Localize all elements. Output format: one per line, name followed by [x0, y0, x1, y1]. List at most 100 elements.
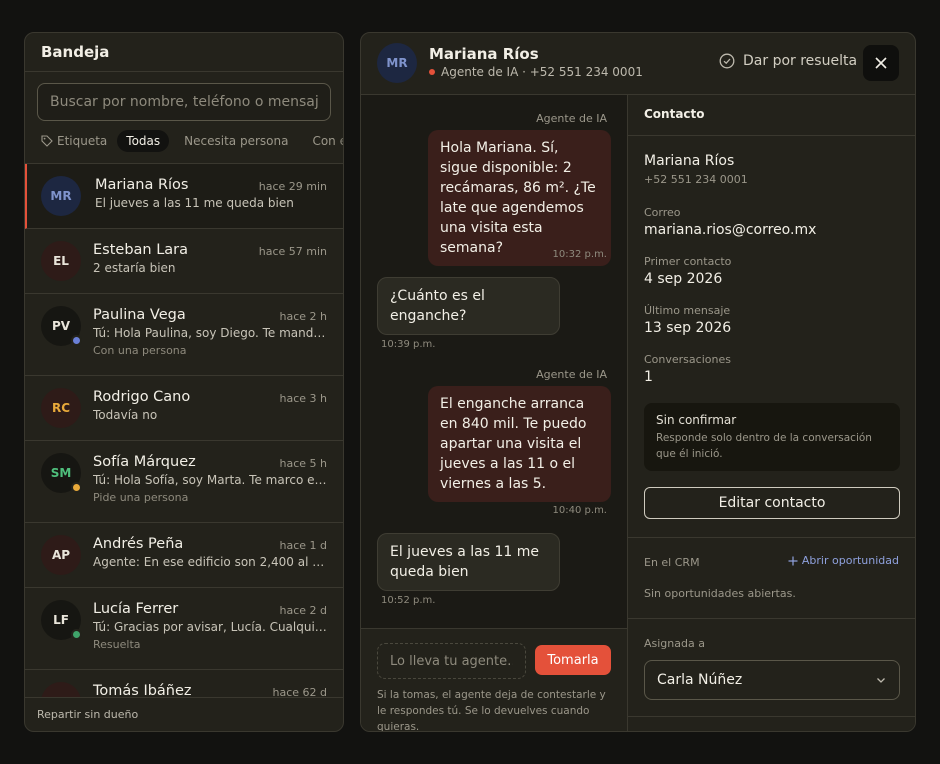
conversation-status: Pide una persona — [93, 491, 189, 504]
avatar: EL — [41, 241, 81, 281]
plus-icon — [788, 556, 798, 565]
status-dot — [429, 69, 435, 75]
contact-subtitle-text: Agente de IA · +52 551 234 0001 — [441, 65, 643, 79]
email-label: Correo — [644, 206, 681, 219]
conversation-item[interactable]: AP Andrés Peña hace 1 d Agente: En ese e… — [25, 523, 343, 588]
chat-header: MR Mariana Ríos Agente de IA · +52 551 2… — [361, 33, 915, 95]
composer-note: Si la tomas, el agente deja de contestar… — [377, 689, 606, 732]
agent-message: El enganche arranca en 840 mil. Te puedo… — [428, 386, 611, 502]
close-button[interactable] — [863, 45, 899, 81]
sender-label: Agente de IA — [536, 112, 607, 125]
conversation-preview: Tú: Hola Paulina, soy Diego. Te mando el… — [93, 326, 327, 340]
divider — [628, 135, 915, 136]
unconfirmed-description: Responde solo dentro de la conversación … — [656, 432, 872, 460]
take-conversation-button[interactable]: Tomarla — [535, 645, 611, 675]
assignee-select[interactable]: Carla Núñez — [644, 660, 900, 700]
conversations-label: Conversaciones — [644, 353, 731, 366]
filter-needs-person[interactable]: Necesita persona — [175, 130, 297, 152]
status-dot — [71, 335, 82, 346]
conversation-item[interactable]: SM Sofía Márquez hace 5 h Tú: Hola Sofía… — [25, 441, 343, 523]
chevron-down-icon — [877, 678, 885, 683]
search-input[interactable] — [37, 83, 331, 121]
contact-section-title: Contacto — [644, 107, 705, 121]
unconfirmed-title: Sin confirmar — [656, 413, 737, 427]
sender-label: Agente de IA — [536, 368, 607, 381]
close-icon — [875, 57, 887, 69]
avatar: MR — [41, 176, 81, 216]
conversation-preview: Tú: Gracias por avisar, Lucía. Cualquier… — [93, 620, 327, 634]
divider — [628, 537, 915, 538]
filter-tag[interactable]: Etiqueta — [37, 130, 111, 152]
open-opportunity-label: Abrir oportunidad — [801, 554, 899, 567]
divider — [25, 71, 343, 72]
conversation-preview: Tú: Hola Sofía, soy Marta. Te marco en c… — [93, 473, 327, 487]
conversation-time: hace 57 min — [258, 245, 327, 258]
filter-with-person[interactable]: Con el — [303, 130, 343, 152]
avatar: MR — [377, 43, 417, 83]
conversation-time: hace 2 d — [279, 604, 327, 617]
message-time: 10:52 p.m. — [381, 595, 436, 606]
chat-panel: MR Mariana Ríos Agente de IA · +52 551 2… — [360, 32, 916, 732]
resolve-button[interactable]: Dar por resuelta — [719, 53, 857, 69]
contact-name: Mariana Ríos — [644, 153, 735, 169]
divider — [25, 697, 343, 698]
conversation-time: hace 5 h — [279, 457, 328, 470]
filter-all[interactable]: Todas — [117, 130, 170, 152]
open-opportunity-link[interactable]: Abrir oportunidad — [788, 554, 899, 567]
crm-empty-state: Sin oportunidades abiertas. — [644, 587, 796, 600]
conversation-status: Resuelta — [93, 638, 141, 651]
last-message-value: 13 sep 2026 — [644, 320, 732, 336]
message-thread: Agente de IA Hola Mariana. Sí, sigue dis… — [361, 95, 627, 628]
conversation-item[interactable]: MR Mariana Ríos hace 29 min El jueves a … — [25, 164, 343, 229]
conversations-value: 1 — [644, 369, 653, 385]
conversation-item[interactable]: RC Rodrigo Cano hace 3 h Todavía no — [25, 376, 343, 441]
message-input[interactable] — [377, 643, 526, 679]
contact-name: Mariana Ríos — [429, 45, 539, 63]
contact-subtitle: Agente de IA · +52 551 234 0001 — [429, 65, 643, 79]
message-time: 10:39 p.m. — [381, 339, 436, 350]
crm-label: En el CRM — [644, 556, 700, 569]
message-time: 10:32 p.m. — [552, 249, 607, 260]
divider — [628, 618, 915, 619]
agent-message: Hola Mariana. Sí, sigue disponible: 2 re… — [428, 130, 611, 266]
inbox-title: Bandeja — [41, 43, 110, 61]
first-contact-value: 4 sep 2026 — [644, 271, 723, 287]
conversation-preview: 2 estaría bien — [93, 261, 176, 275]
contact-sidebar: Contacto Mariana Ríos +52 551 234 0001 C… — [627, 95, 915, 731]
composer: Tomarla Si la tomas, el agente deja de c… — [361, 628, 627, 732]
filter-label: Etiqueta — [57, 134, 108, 148]
contact-phone: +52 551 234 0001 — [644, 173, 748, 186]
avatar: RC — [41, 388, 81, 428]
conversation-item[interactable]: LF Lucía Ferrer hace 2 d Tú: Gracias por… — [25, 588, 343, 670]
assignee-value: Carla Núñez — [657, 672, 743, 688]
user-message: El jueves a las 11 me queda bien — [377, 533, 560, 591]
conversation-list: MR Mariana Ríos hace 29 min El jueves a … — [25, 164, 343, 697]
distribute-unowned-link[interactable]: Repartir sin dueño — [37, 708, 138, 721]
conversation-time: hace 2 h — [279, 310, 328, 323]
unconfirmed-notice: Sin confirmar Responde solo dentro de la… — [644, 403, 900, 471]
conversation-preview: Todavía no — [93, 408, 158, 422]
divider — [628, 716, 915, 717]
conversation-time: hace 62 d — [272, 686, 327, 697]
conversation-time: hace 3 h — [279, 392, 328, 405]
email-value: mariana.rios@correo.mx — [644, 222, 817, 238]
message-time: 10:40 p.m. — [552, 505, 607, 516]
status-dot — [71, 482, 82, 493]
conversation-item[interactable]: EL Esteban Lara hace 57 min 2 estaría bi… — [25, 229, 343, 294]
assigned-label: Asignada a — [644, 637, 705, 650]
first-contact-label: Primer contacto — [644, 255, 732, 268]
tag-icon — [41, 135, 53, 147]
conversation-status: Con una persona — [93, 344, 187, 357]
conversation-time: hace 1 d — [279, 539, 327, 552]
conversation-item[interactable]: Tomás Ibáñez hace 62 d — [25, 670, 343, 697]
conversation-item[interactable]: PV Paulina Vega hace 2 h Tú: Hola Paulin… — [25, 294, 343, 376]
resolve-label: Dar por resuelta — [743, 53, 858, 69]
conversation-preview: Agente: En ese edificio son 2,400 al mes… — [93, 555, 327, 569]
edit-contact-button[interactable]: Editar contacto — [644, 487, 900, 519]
status-dot — [71, 629, 82, 640]
avatar: AP — [41, 535, 81, 575]
user-message: ¿Cuánto es el enganche? — [377, 277, 560, 335]
filter-bar: Etiqueta Todas Necesita persona Con el — [37, 129, 343, 153]
inbox-panel: Bandeja Etiqueta Todas Necesita persona … — [24, 32, 344, 732]
avatar — [41, 682, 81, 697]
